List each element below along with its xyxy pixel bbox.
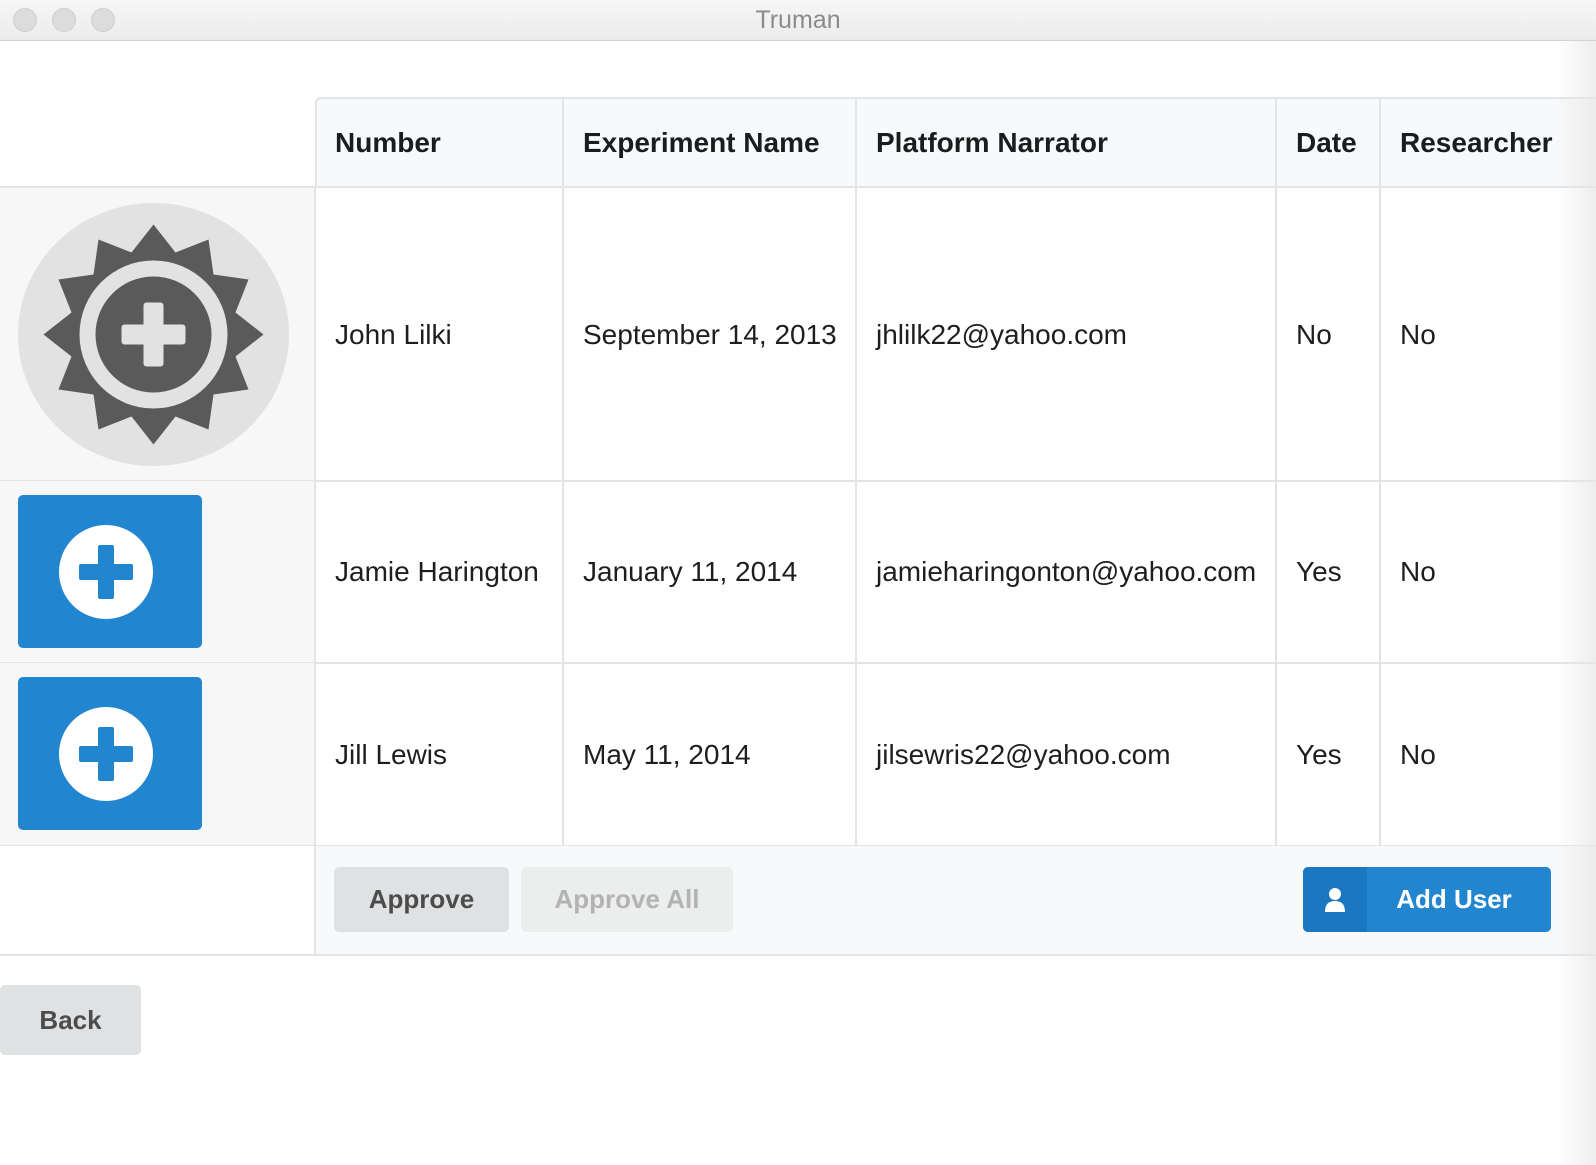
gear-plus-icon[interactable] xyxy=(18,203,289,466)
cell-experiment-name: January 11, 2014 xyxy=(564,481,857,663)
cell-number: John Lilki xyxy=(316,188,564,481)
footer-empty-cell xyxy=(0,846,316,956)
cell-researcher: No xyxy=(1400,556,1436,587)
cell-experiment-name: May 11, 2014 xyxy=(564,663,857,846)
user-icon xyxy=(1303,867,1367,932)
cell-platform-narrator: jhlilk22@yahoo.com xyxy=(857,188,1277,481)
back-button[interactable]: Back xyxy=(0,985,141,1055)
cell-researcher: No xyxy=(1400,738,1436,770)
add-user-label: Add User xyxy=(1396,884,1512,914)
cell-researcher: No xyxy=(1400,318,1436,350)
cell-platform-narrator: jamieharingonton@yahoo.com xyxy=(857,481,1277,663)
cell-experiment-name: September 14, 2013 xyxy=(564,188,857,481)
column-header-researcher[interactable]: Researcher xyxy=(1381,97,1596,188)
column-header-date[interactable]: Date xyxy=(1277,97,1381,188)
approve-all-button[interactable]: Approve All xyxy=(521,867,733,932)
cell-number: Jill Lewis xyxy=(316,663,564,846)
window-title: Truman xyxy=(755,6,841,34)
plus-circle-icon[interactable] xyxy=(18,677,202,830)
plus-circle-icon[interactable] xyxy=(18,495,202,648)
table-header-row: Number Experiment Name Platform Narrator… xyxy=(0,97,1596,188)
cell-date: Yes xyxy=(1277,663,1381,846)
app-window: Truman Number Experiment Name Platform N… xyxy=(0,0,1596,1165)
table-row[interactable]: John Lilki September 14, 2013 jhlilk22@y… xyxy=(0,188,1596,481)
column-header-experiment-name[interactable]: Experiment Name xyxy=(564,97,857,188)
cell-number: Jamie Harington xyxy=(316,481,564,663)
approve-button[interactable]: Approve xyxy=(334,867,509,932)
column-header-platform-narrator[interactable]: Platform Narrator xyxy=(857,97,1277,188)
column-header-number[interactable]: Number xyxy=(316,97,564,188)
row-thumbnail-cell xyxy=(0,663,316,846)
table-footer: Approve Approve All Add User xyxy=(0,846,1596,956)
add-user-button[interactable]: Add User xyxy=(1303,867,1551,932)
title-bar: Truman xyxy=(0,0,1596,41)
cell-date: Yes xyxy=(1277,481,1381,663)
cell-date: No xyxy=(1277,188,1381,481)
divider xyxy=(0,954,1596,956)
table-row[interactable]: Jill Lewis May 11, 2014 jilsewris22@yaho… xyxy=(0,663,1596,846)
table-row[interactable]: Jamie Harington January 11, 2014 jamieha… xyxy=(0,481,1596,663)
row-thumbnail-cell xyxy=(0,188,316,481)
header-thumbnail-cell xyxy=(0,97,316,188)
row-thumbnail-cell xyxy=(0,481,316,663)
cell-platform-narrator: jilsewris22@yahoo.com xyxy=(857,663,1277,846)
